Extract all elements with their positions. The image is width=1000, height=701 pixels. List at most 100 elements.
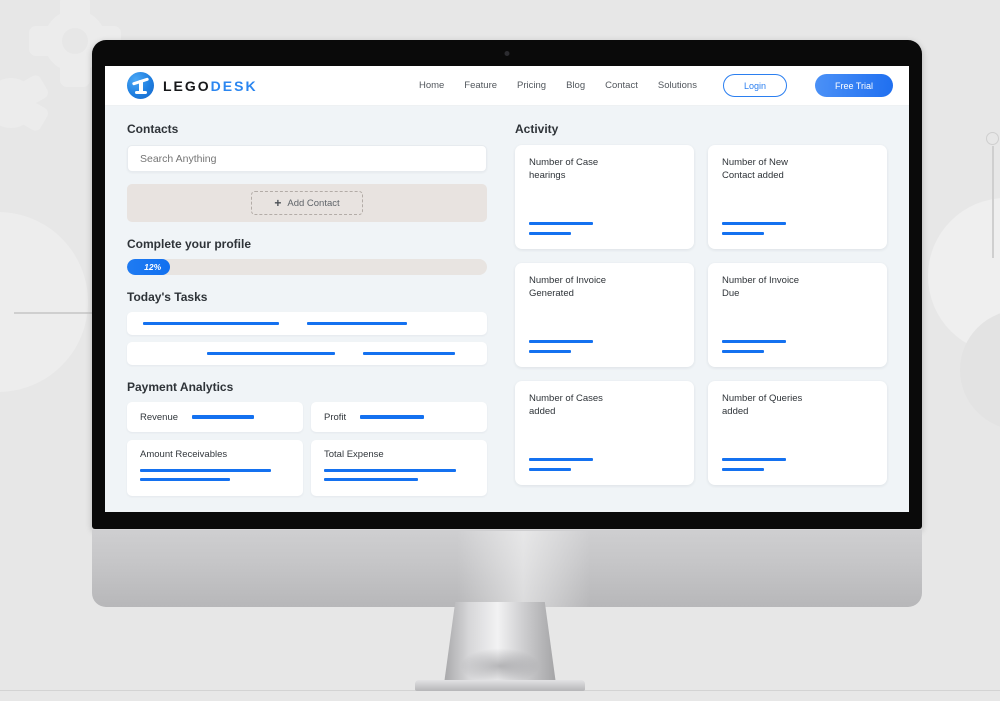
payment-analytics-card-label: Revenue bbox=[140, 411, 179, 423]
placeholder-bar bbox=[529, 457, 593, 461]
nav-item-home[interactable]: Home bbox=[419, 80, 444, 91]
decorative-line bbox=[992, 146, 994, 258]
placeholder-bar bbox=[207, 351, 335, 356]
payment-analytics-card-bars bbox=[140, 469, 290, 482]
tasks-heading: Today's Tasks bbox=[127, 290, 208, 304]
placeholder-bar bbox=[140, 469, 271, 473]
payment-analytics-card-label: Amount Receivables bbox=[140, 449, 228, 460]
payment-analytics-card[interactable]: Revenue bbox=[127, 402, 303, 432]
placeholder-bar bbox=[722, 457, 786, 461]
chin-sheen bbox=[457, 529, 590, 607]
activity-card-label: Number of Invoice Due bbox=[722, 275, 800, 299]
task-row[interactable] bbox=[127, 312, 487, 335]
brand-name-secondary: DESK bbox=[210, 77, 258, 94]
task-list bbox=[127, 312, 487, 365]
profile-progress-fill: 12% bbox=[127, 259, 171, 275]
dashboard-left-column: Contacts + Add Contact Complete your pro… bbox=[127, 122, 487, 496]
dashboard: Contacts + Add Contact Complete your pro… bbox=[105, 106, 909, 496]
activity-heading: Activity bbox=[515, 122, 559, 136]
nav-item-blog[interactable]: Blog bbox=[566, 80, 585, 91]
camera-icon bbox=[504, 51, 510, 56]
plus-icon: + bbox=[274, 196, 282, 210]
activity-card[interactable]: Number of New Contact added bbox=[708, 145, 887, 249]
activity-card-bars bbox=[722, 457, 873, 471]
decorative-node bbox=[986, 132, 999, 145]
contacts-heading: Contacts bbox=[127, 122, 179, 136]
activity-card-bars bbox=[722, 339, 873, 353]
placeholder-bar bbox=[307, 321, 407, 326]
placeholder-bar bbox=[143, 321, 279, 326]
payment-analytics-card[interactable]: Amount Receivables bbox=[127, 440, 303, 496]
search-input[interactable] bbox=[127, 145, 487, 172]
profile-progress-bar: 12% bbox=[127, 259, 487, 275]
task-row[interactable] bbox=[127, 342, 487, 365]
activity-card-bars bbox=[529, 221, 680, 235]
placeholder-bar bbox=[722, 231, 764, 235]
placeholder-bar bbox=[722, 339, 786, 343]
activity-grid: Number of Case hearings Number of New Con… bbox=[515, 145, 887, 485]
activity-card[interactable]: Number of Queries added bbox=[708, 381, 887, 485]
activity-card[interactable]: Number of Invoice Due bbox=[708, 263, 887, 367]
activity-card-bars bbox=[529, 339, 680, 353]
todays-tasks-section: Today's Tasks bbox=[127, 290, 487, 365]
free-trial-button[interactable]: Free Trial bbox=[814, 74, 893, 97]
add-contact-button[interactable]: + Add Contact bbox=[251, 191, 363, 215]
gear-icon bbox=[0, 78, 36, 128]
brand-name-primary: LEGO bbox=[163, 77, 211, 94]
add-contact-label: Add Contact bbox=[287, 197, 340, 209]
payment-analytics-card-bars bbox=[324, 469, 474, 482]
monitor-chin bbox=[92, 529, 922, 607]
payment-analytics-card-label: Profit bbox=[324, 411, 347, 423]
placeholder-bar bbox=[722, 467, 764, 471]
brand-logo[interactable]: LEGODESK bbox=[127, 72, 258, 99]
activity-card-label: Number of Queries added bbox=[722, 393, 803, 417]
activity-card-label: Number of Case hearings bbox=[529, 157, 599, 181]
activity-card-label: Number of Invoice Generated bbox=[529, 275, 607, 299]
decorative-circle bbox=[0, 212, 88, 392]
placeholder-bar bbox=[360, 415, 425, 419]
dashboard-right-column: Activity Number of Case hearings Number o… bbox=[515, 122, 887, 496]
monitor-base bbox=[415, 680, 585, 691]
nav-item-feature[interactable]: Feature bbox=[464, 80, 497, 91]
placeholder-bar bbox=[140, 478, 230, 482]
payment-analytics-heading: Payment Analytics bbox=[127, 380, 234, 394]
placeholder-bar bbox=[192, 415, 255, 419]
payment-analytics-grid: Revenue Profit Amount Receivables Total Exp… bbox=[127, 402, 487, 496]
activity-card[interactable]: Number of Case hearings bbox=[515, 145, 694, 249]
payment-analytics-section: Payment Analytics Revenue Profit Amount Re… bbox=[127, 380, 487, 496]
placeholder-bar bbox=[529, 221, 593, 225]
login-button[interactable]: Login bbox=[722, 74, 787, 97]
placeholder-bar bbox=[363, 351, 455, 356]
placeholder-bar bbox=[529, 339, 593, 343]
nav-item-solutions[interactable]: Solutions bbox=[658, 80, 697, 91]
activity-card[interactable]: Number of Cases added bbox=[515, 381, 694, 485]
placeholder-bar bbox=[324, 478, 418, 482]
monitor-bezel: LEGODESK Home Feature Pricing Blog Conta… bbox=[92, 40, 922, 529]
top-navigation-bar: LEGODESK Home Feature Pricing Blog Conta… bbox=[105, 66, 909, 106]
gear-hole bbox=[62, 28, 88, 54]
gavel-icon bbox=[127, 72, 154, 99]
nav-item-contact[interactable]: Contact bbox=[605, 80, 638, 91]
placeholder-bar bbox=[324, 469, 456, 473]
monitor-mockup: LEGODESK Home Feature Pricing Blog Conta… bbox=[92, 40, 922, 607]
nav-item-pricing[interactable]: Pricing bbox=[517, 80, 546, 91]
activity-card-label: Number of New Contact added bbox=[722, 157, 788, 181]
placeholder-bar bbox=[529, 467, 571, 471]
activity-card-bars bbox=[722, 221, 873, 235]
payment-analytics-card-label: Total Expense bbox=[324, 449, 384, 460]
placeholder-bar bbox=[722, 221, 786, 225]
stand-shadow bbox=[460, 648, 540, 684]
activity-card-label: Number of Cases added bbox=[529, 393, 603, 417]
payment-analytics-card[interactable]: Profit bbox=[311, 402, 487, 432]
profile-progress-label: 12% bbox=[144, 262, 162, 272]
activity-card[interactable]: Number of Invoice Generated bbox=[515, 263, 694, 367]
placeholder-bar bbox=[529, 349, 571, 353]
add-contact-panel: + Add Contact bbox=[127, 184, 487, 222]
placeholder-bar bbox=[529, 231, 571, 235]
main-nav: Home Feature Pricing Blog Contact Soluti… bbox=[419, 74, 893, 97]
profile-heading: Complete your profile bbox=[127, 237, 252, 251]
screen: LEGODESK Home Feature Pricing Blog Conta… bbox=[105, 66, 909, 512]
payment-analytics-card[interactable]: Total Expense bbox=[311, 440, 487, 496]
activity-card-bars bbox=[529, 457, 680, 471]
profile-completion-section: Complete your profile 12% bbox=[127, 237, 487, 275]
